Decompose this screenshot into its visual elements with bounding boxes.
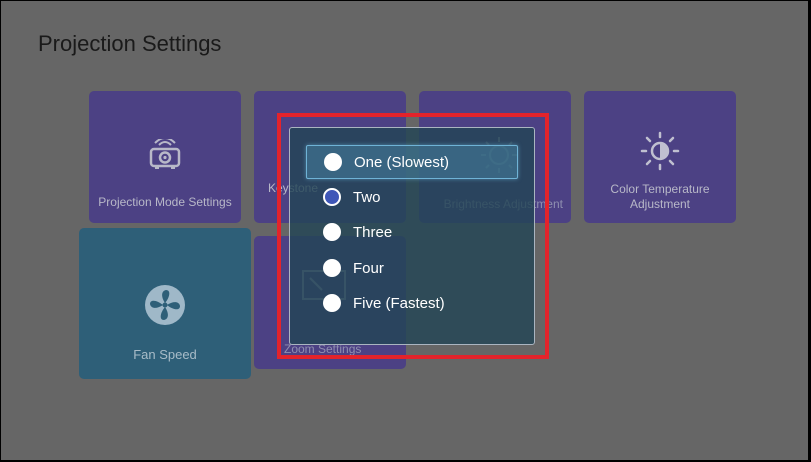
fan-icon bbox=[144, 284, 186, 329]
tile-label: Color Temperature Adjustment bbox=[610, 182, 710, 211]
page-title: Projection Settings bbox=[38, 31, 222, 56]
tile-color-temperature-adjustment[interactable]: Color Temperature Adjustment bbox=[584, 91, 736, 223]
color-temperature-icon bbox=[640, 131, 680, 174]
tile-fan-speed[interactable]: Fan Speed bbox=[79, 228, 251, 379]
projector-icon bbox=[146, 137, 184, 176]
highlight-box bbox=[277, 113, 549, 359]
tile-label: Fan Speed bbox=[133, 347, 197, 362]
tile-label: Projection Mode Settings bbox=[98, 195, 232, 209]
projection-settings-screen: Projection Settings Projection Mode Sett… bbox=[0, 0, 811, 462]
tile-projection-mode-settings[interactable]: Projection Mode Settings bbox=[89, 91, 241, 223]
